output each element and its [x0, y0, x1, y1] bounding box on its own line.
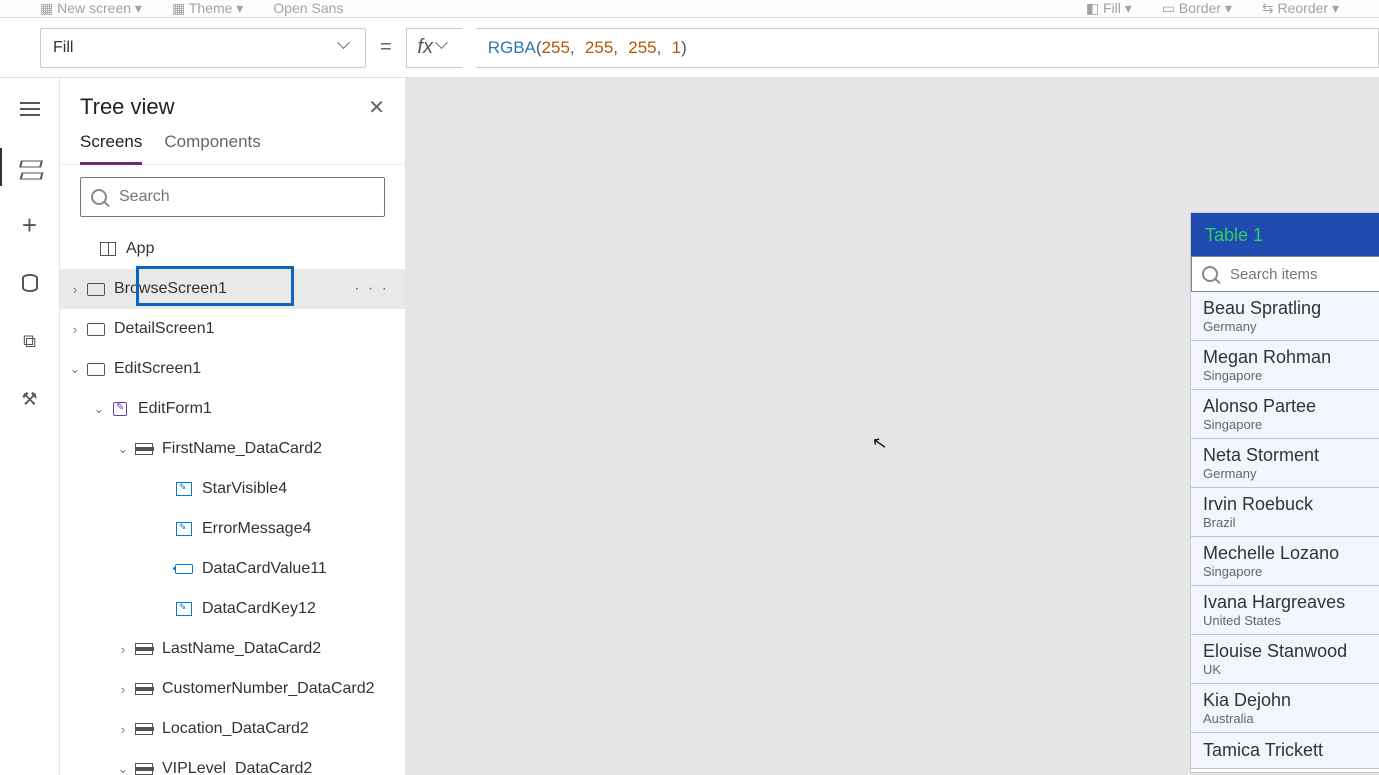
- ribbon: ▦ New screen ▾ ▦ Theme ▾ Open Sans ◧ Fil…: [0, 0, 1379, 18]
- tree-node-editscreen[interactable]: ⌄ EditScreen1: [60, 349, 405, 389]
- equals-sign: =: [380, 36, 392, 59]
- list-item[interactable]: Megan RohmanSingapore›: [1191, 341, 1379, 390]
- app-preview: Table 1 + Beau SpratlingGermany› Megan R…: [1191, 213, 1379, 772]
- cursor-icon: ↖: [870, 432, 889, 455]
- left-rail: + ⧉ ⚒: [0, 78, 60, 775]
- tree-node-datacardvalue[interactable]: · DataCardValue11: [60, 549, 405, 589]
- insert-icon[interactable]: +: [17, 212, 43, 238]
- tree-search-input[interactable]: [117, 187, 374, 207]
- tree-node-vip-card[interactable]: ⌄ VIPLevel_DataCard2: [60, 749, 405, 775]
- tree-node-errormessage[interactable]: · ErrorMessage4: [60, 509, 405, 549]
- tree-node-app[interactable]: ▾ App: [60, 229, 405, 269]
- app-title: Table 1: [1201, 225, 1379, 246]
- tree-title: Tree view: [80, 94, 175, 120]
- fill-dd[interactable]: ◧ Fill ▾: [1086, 0, 1132, 17]
- list-item[interactable]: Neta StormentGermany›: [1191, 439, 1379, 488]
- tab-screens[interactable]: Screens: [80, 132, 142, 165]
- formula-input[interactable]: RGBA(255, 255, 255, 1): [476, 28, 1379, 68]
- list-item[interactable]: Beau SpratlingGermany›: [1191, 292, 1379, 341]
- property-name: Fill: [53, 39, 73, 57]
- tree-node-detailscreen[interactable]: › DetailScreen1: [60, 309, 405, 349]
- list-item[interactable]: Ivana HargreavesUnited States›: [1191, 586, 1379, 635]
- list-item[interactable]: Irvin RoebuckBrazil›: [1191, 488, 1379, 537]
- tree-node-browsescreen[interactable]: › BrowseScreen1 · · ·: [60, 269, 405, 309]
- canvas[interactable]: ↖ Table 1 + Beau SpratlingGermany› Megan…: [406, 78, 1379, 775]
- new-screen-dd[interactable]: ▦ New screen ▾: [40, 0, 142, 17]
- media-icon[interactable]: ⧉: [17, 328, 43, 354]
- list-item[interactable]: Kia DejohnAustralia›: [1191, 684, 1379, 733]
- data-icon[interactable]: [17, 270, 43, 296]
- theme-dd[interactable]: ▦ Theme ▾: [172, 0, 243, 17]
- app-search-input[interactable]: [1228, 265, 1379, 284]
- gallery: Beau SpratlingGermany› Megan RohmanSinga…: [1191, 292, 1379, 769]
- tab-components[interactable]: Components: [164, 132, 260, 164]
- tools-icon[interactable]: ⚒: [17, 386, 43, 412]
- chevron-down-icon: [339, 41, 353, 55]
- reorder-dd[interactable]: ⇆ Reorder ▾: [1262, 0, 1339, 17]
- chevron-down-icon: [437, 41, 451, 55]
- tree-node-firstname-card[interactable]: ⌄ FirstName_DataCard2: [60, 429, 405, 469]
- font-dd[interactable]: Open Sans: [273, 0, 343, 16]
- app-search[interactable]: [1191, 256, 1379, 292]
- tree-view-icon[interactable]: [17, 154, 43, 180]
- tree-node-location-card[interactable]: › Location_DataCard2: [60, 709, 405, 749]
- list-item[interactable]: Tamica Trickett›: [1191, 733, 1379, 769]
- tree-node-datacardkey[interactable]: · DataCardKey12: [60, 589, 405, 629]
- list-item[interactable]: Mechelle LozanoSingapore›: [1191, 537, 1379, 586]
- list-item[interactable]: Elouise StanwoodUK›: [1191, 635, 1379, 684]
- tree-node-editform[interactable]: ⌄ EditForm1: [60, 389, 405, 429]
- app-header: Table 1 +: [1191, 213, 1379, 257]
- tree-node-lastname-card[interactable]: › LastName_DataCard2: [60, 629, 405, 669]
- border-dd[interactable]: ▭ Border ▾: [1162, 0, 1232, 17]
- search-icon: [1202, 266, 1218, 282]
- more-icon[interactable]: · · ·: [354, 280, 389, 298]
- formula-bar: Fill = fx RGBA(255, 255, 255, 1): [0, 18, 1379, 78]
- tree-view-panel: Tree view ✕ Screens Components ▾ App › B…: [60, 78, 406, 775]
- list-item[interactable]: Alonso ParteeSingapore›: [1191, 390, 1379, 439]
- tree-node-custnum-card[interactable]: › CustomerNumber_DataCard2: [60, 669, 405, 709]
- hamburger-icon[interactable]: [17, 96, 43, 122]
- fx-button[interactable]: fx: [406, 28, 462, 68]
- property-dropdown[interactable]: Fill: [40, 28, 366, 68]
- tree-search[interactable]: [80, 177, 385, 217]
- tree-node-starvisible[interactable]: · StarVisible4: [60, 469, 405, 509]
- close-icon[interactable]: ✕: [368, 95, 385, 120]
- search-icon: [91, 189, 107, 205]
